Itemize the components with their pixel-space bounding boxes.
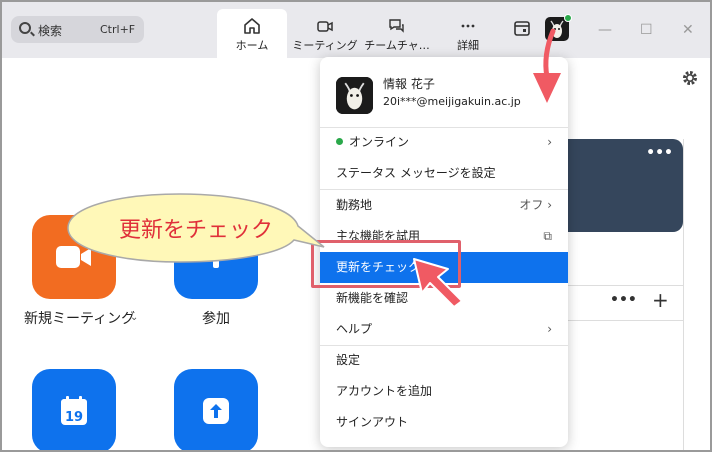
chat-icon [389,19,404,33]
tab-more-label: 詳細 [457,39,479,52]
menu-item-sign-out[interactable]: サインアウト [320,407,568,438]
tab-home[interactable]: ホーム [217,9,287,58]
work-location-value-text: オフ [519,198,544,212]
presence-online-dot [564,14,572,22]
add-icon[interactable]: + [652,288,669,312]
chevron-right-icon: › [547,322,552,336]
menu-item-label: アカウントを追加 [336,384,433,398]
menu-item-label: 新機能を確認 [336,291,409,305]
menu-item-label: ヘルプ [336,322,373,336]
calendar-19-icon: 19 [61,396,87,425]
share-screen-button[interactable] [174,369,258,450]
tab-more[interactable]: 詳細 [433,9,503,58]
menu-item-label: ステータス メッセージを設定 [336,166,496,180]
close-icon[interactable]: ✕ [682,22,694,38]
online-dot-icon [336,138,343,145]
callout-text: 更新をチェック [119,218,274,243]
join-label: 参加 [202,311,230,327]
menu-item-label: オンライン [349,135,410,149]
minimize-icon[interactable]: — [598,22,612,38]
video-icon [317,21,333,32]
tab-meetings[interactable]: ミーティング [290,9,360,58]
calendar-day-text: 19 [65,410,83,425]
search-icon [19,22,31,34]
chevron-right-icon: › [547,198,552,212]
tab-team-chat-label: チームチャ… [364,39,430,52]
menu-item-work-location[interactable]: 勤務地 オフ › [320,190,568,221]
avatar [336,77,373,114]
maximize-icon[interactable]: ☐ [640,22,653,38]
user-email: 20i***@meijigakuin.ac.jp [383,95,521,108]
annotation-pointer-arrow-icon [413,258,463,308]
menu-item-status-message[interactable]: ステータス メッセージを設定 [320,158,568,189]
chevron-right-icon: › [547,135,552,149]
work-location-value: オフ › [519,190,552,221]
more-horizontal-icon[interactable]: ••• [610,292,637,308]
chevron-down-icon[interactable]: ⌄ [130,312,138,323]
more-horizontal-icon [461,24,475,28]
search-placeholder: 検索 [38,24,63,38]
search-shortcut: Ctrl+F [100,23,136,36]
annotation-arrow-down-icon [533,28,561,103]
search-box[interactable]: 検索 Ctrl+F [11,16,144,43]
menu-item-label: サインアウト [336,415,409,429]
top-navigation-bar: 検索 Ctrl+F ホーム ミーティング チームチャ… 詳細 — ☐ ✕ [2,2,710,58]
menu-item-settings[interactable]: 設定 [320,345,568,376]
app-window: 検索 Ctrl+F ホーム ミーティング チームチャ… 詳細 — ☐ ✕ 新規ミ… [0,0,712,452]
menu-item-online-status[interactable]: オンライン › [320,127,568,158]
home-icon [244,18,260,34]
menu-item-add-account[interactable]: アカウントを追加 [320,376,568,407]
divider [683,139,684,450]
menu-item-help[interactable]: ヘルプ › [320,314,568,345]
user-name: 情報 花子 [383,77,435,91]
external-link-icon: ⧉ [543,229,552,243]
menu-item-label: 設定 [336,353,361,367]
tab-team-chat[interactable]: チームチャ… [362,9,432,58]
goat-avatar-icon [336,77,373,114]
share-up-arrow-icon [203,398,229,424]
tab-meetings-label: ミーティング [292,39,358,52]
gear-icon[interactable] [681,69,699,87]
tab-home-label: ホーム [235,39,269,52]
new-meeting-label: 新規ミーティング [24,311,136,327]
menu-item-label: 勤務地 [336,198,373,212]
schedule-button[interactable]: 19 [32,369,116,450]
card-more-icon[interactable]: ••• [646,145,673,161]
